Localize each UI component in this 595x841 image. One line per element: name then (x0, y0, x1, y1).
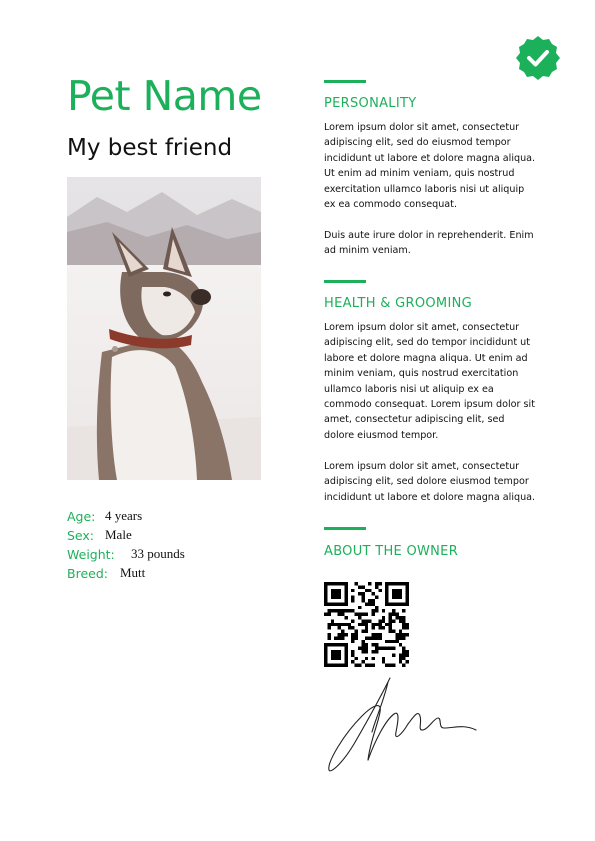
owner-heading: ABOUT THE OWNER (324, 544, 459, 559)
fact-value: Mutt (120, 565, 146, 580)
dog-illustration (67, 177, 261, 480)
fact-label: Breed: (67, 566, 108, 581)
health-heading: HEALTH & GROOMING (324, 296, 472, 311)
pet-subtitle: My best friend (67, 135, 233, 161)
fact-value: 33 pounds (131, 546, 185, 561)
health-text-2: Lorem ipsum dolor sit amet, consectetur … (324, 461, 536, 503)
fact-label: Sex: (67, 528, 95, 543)
fact-weight: Weight: 33 pounds (67, 545, 287, 564)
section-rule (324, 527, 366, 530)
fact-value: 4 years (105, 508, 143, 523)
qr-code-icon (324, 582, 409, 667)
pet-photo (67, 177, 261, 480)
fact-label: Age: (67, 509, 96, 524)
fact-value: Male (105, 527, 132, 542)
verified-badge-icon (516, 36, 560, 80)
health-text: Lorem ipsum dolor sit amet, consectetur … (324, 322, 535, 441)
pet-facts: Age: 4 years Sex: Male Weight: 33 pounds… (67, 507, 287, 583)
signature-icon (328, 677, 477, 772)
personality-text: Lorem ipsum dolor sit amet, consectetur … (324, 122, 536, 211)
section-rule (324, 80, 366, 83)
fact-label: Weight: (67, 547, 115, 562)
personality-heading: PERSONALITY (324, 96, 417, 111)
fact-sex: Sex: Male (67, 526, 287, 545)
section-rule (324, 280, 366, 283)
fact-breed: Breed: Mutt (67, 564, 287, 583)
personality-text-2: Duis aute irure dolor in reprehenderit. … (324, 230, 534, 257)
pet-name-title: Pet Name (67, 72, 262, 120)
fact-age: Age: 4 years (67, 507, 287, 526)
